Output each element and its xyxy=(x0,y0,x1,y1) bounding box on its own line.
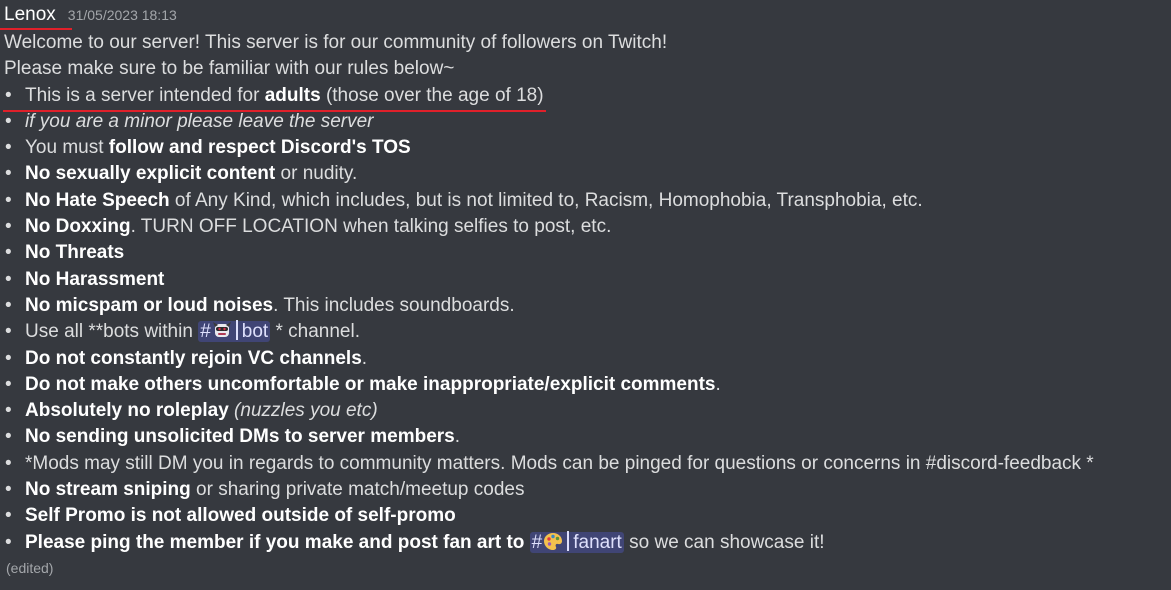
list-item: This is a server intended for adults (th… xyxy=(3,83,1171,112)
intro-line: Please make sure to be familiar with our… xyxy=(4,58,455,80)
list-item: Absolutely no roleplay (nuzzles you etc) xyxy=(4,398,1171,425)
robot-emoji-icon xyxy=(212,322,231,338)
list-item: No stream sniping or sharing private mat… xyxy=(4,477,1171,504)
author-name-text: Lenox xyxy=(4,4,56,25)
palette-emoji-icon xyxy=(544,532,563,550)
separator xyxy=(567,530,570,551)
list-item: *Mods may still DM you in regards to com… xyxy=(4,451,1171,478)
list-item: if you are a minor please leave the serv… xyxy=(4,109,1171,136)
list-item: No micspam or loud noises. This includes… xyxy=(4,293,1171,320)
channel-mention-bot[interactable]: # bot xyxy=(198,320,271,343)
rules-list: This is a server intended for adults (th… xyxy=(3,83,1171,557)
list-item: Do not make others uncomfortable or make… xyxy=(4,372,1171,399)
list-item: No Harassment xyxy=(4,267,1171,294)
channel-mention-fanart[interactable]: # fanart xyxy=(529,530,624,553)
author-username[interactable]: Lenox xyxy=(0,4,72,30)
list-item: No Threats xyxy=(4,240,1171,267)
message-header: Lenox 31/05/2023 18:13 xyxy=(0,4,1171,30)
message-content: Welcome to our server! This server is fo… xyxy=(3,30,1171,557)
chat-message: Lenox 31/05/2023 18:13 Welcome to our se… xyxy=(0,0,1171,576)
list-item: No sending unsolicited DMs to server mem… xyxy=(4,424,1171,451)
list-item: Please ping the member if you make and p… xyxy=(4,530,1171,557)
list-item: Do not constantly rejoin VC channels. xyxy=(4,346,1171,373)
edited-label: (edited) xyxy=(6,559,54,576)
separator xyxy=(235,320,238,341)
annotation-underline xyxy=(0,28,72,30)
list-item: No Doxxing. TURN OFF LOCATION when talki… xyxy=(4,214,1171,241)
list-item: Use all **bots within # bot * channel. xyxy=(4,319,1171,346)
list-item: You must follow and respect Discord's TO… xyxy=(4,135,1171,162)
message-timestamp: 31/05/2023 18:13 xyxy=(67,7,177,23)
list-item: Self Promo is not allowed outside of sel… xyxy=(4,503,1171,530)
intro-line: Welcome to our server! This server is fo… xyxy=(4,32,668,53)
rule-underlined-text: This is a server intended for adults (th… xyxy=(3,83,546,112)
list-item: No sexually explicit content or nudity. xyxy=(4,161,1171,188)
list-item: No Hate Speech of Any Kind, which includ… xyxy=(4,188,1171,215)
